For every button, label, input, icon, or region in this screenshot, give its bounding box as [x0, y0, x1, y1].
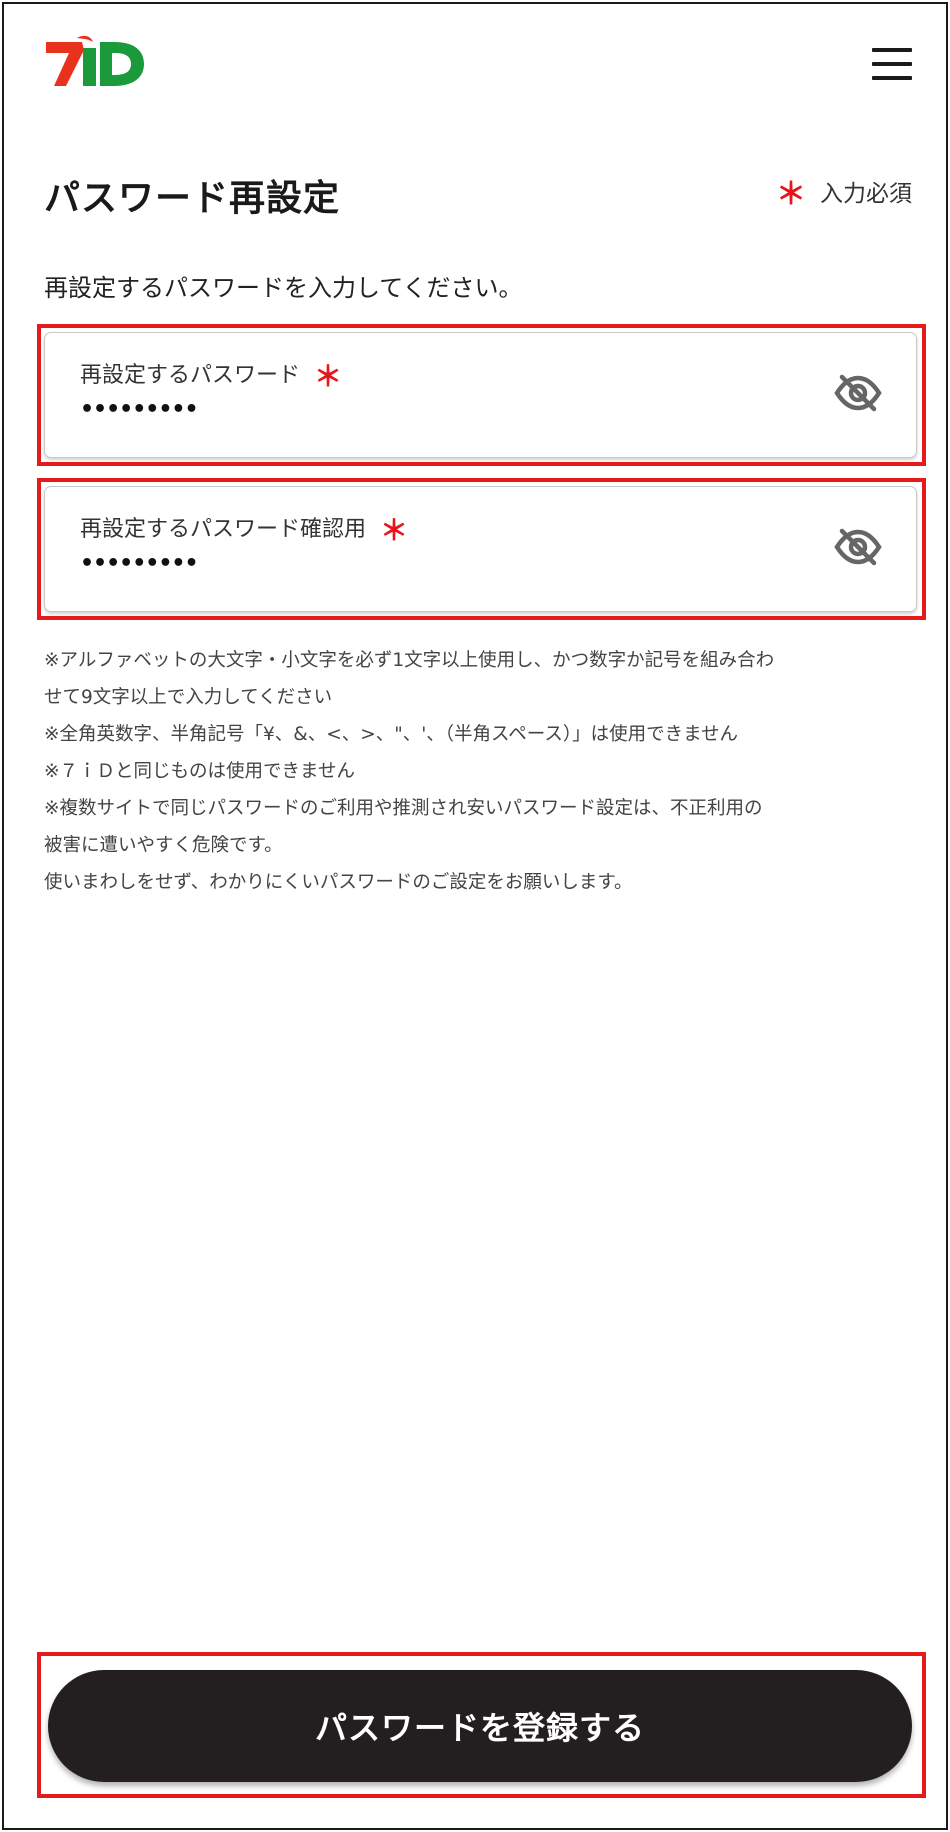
page-title: パスワード再設定	[44, 178, 341, 219]
phone-frame: パスワード再設定 ＊ 入力必須 再設定するパスワードを入力してください。 再設定…	[2, 2, 948, 1830]
required-asterisk-icon: ＊	[314, 360, 343, 393]
confirm-password-input[interactable]: •••••••••	[80, 553, 199, 575]
instruction-text: 再設定するパスワードを入力してください。	[44, 274, 523, 302]
new-password-input[interactable]: •••••••••	[80, 399, 199, 421]
password-rule-line: ※アルファベットの大文字・小文字を必ず1文字以上使用し、かつ数字か記号を組み合わ	[44, 650, 775, 671]
password-rule-line: ※７ｉＤと同じものは使用できません	[44, 761, 355, 782]
register-password-button[interactable]: パスワードを登録する	[48, 1670, 912, 1782]
password-rule-line: ※複数サイトで同じパスワードのご利用や推測され安いパスワード設定は、不正利用の	[44, 798, 763, 819]
new-password-label: 再設定するパスワード	[80, 363, 301, 388]
required-legend-label: 入力必須	[820, 181, 912, 207]
required-asterisk-icon: ＊	[380, 514, 409, 547]
new-password-field[interactable]: 再設定するパスワード ＊ •••••••••	[44, 332, 917, 458]
confirm-password-label-row: 再設定するパスワード確認用 ＊	[80, 511, 409, 547]
password-rule-line: 使いまわしをせず、わかりにくいパスワードのご設定をお願いします。	[44, 872, 633, 893]
confirm-password-label: 再設定するパスワード確認用	[80, 517, 367, 542]
password-rule-line: ※全角英数字、半角記号「¥、&、<、>、"、'、（半角スペース）」は使用できませ…	[44, 724, 739, 745]
7id-logo	[46, 35, 144, 86]
password-rule-line: 被害に遭いやすく危険です。	[44, 835, 283, 856]
eye-slash-icon[interactable]	[834, 373, 882, 413]
confirm-password-field[interactable]: 再設定するパスワード確認用 ＊ •••••••••	[44, 486, 917, 612]
password-rule-line: せて9文字以上で入力してください	[44, 687, 333, 708]
hamburger-menu-icon[interactable]	[868, 44, 918, 84]
eye-slash-icon[interactable]	[834, 527, 882, 567]
required-legend: ＊ 入力必須	[776, 174, 912, 212]
password-rules: ※アルファベットの大文字・小文字を必ず1文字以上使用し、かつ数字か記号を組み合わ…	[44, 642, 924, 901]
required-asterisk-icon: ＊	[776, 177, 806, 212]
new-password-label-row: 再設定するパスワード ＊	[80, 357, 343, 393]
